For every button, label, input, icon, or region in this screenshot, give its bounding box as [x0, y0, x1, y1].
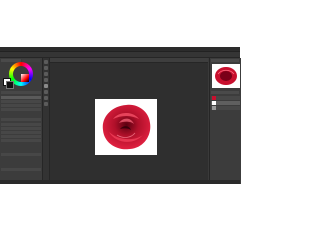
hand-icon[interactable]	[44, 66, 48, 70]
color-set-tab[interactable]	[22, 59, 40, 62]
subtool-item[interactable]	[1, 104, 41, 107]
layer-icon	[212, 101, 216, 105]
layer-row[interactable]	[211, 101, 240, 105]
brush-icon[interactable]	[44, 84, 48, 88]
navigator-preview[interactable]	[212, 64, 240, 88]
property-row[interactable]	[1, 135, 41, 138]
brush-size-tab[interactable]	[1, 153, 41, 156]
right-panel	[209, 58, 241, 184]
canvas-area[interactable]	[50, 58, 208, 184]
text-icon[interactable]	[44, 102, 48, 106]
subtool-tab[interactable]	[1, 91, 41, 94]
left-panel	[0, 58, 43, 184]
property-row[interactable]	[1, 139, 41, 142]
background-color-swatch[interactable]	[6, 81, 14, 89]
navigator-tab[interactable]	[211, 59, 239, 62]
layer-panel-tab[interactable]	[211, 91, 239, 94]
eraser-icon[interactable]	[44, 90, 48, 94]
layer-icon	[212, 106, 216, 110]
subtool-item[interactable]	[1, 108, 41, 111]
fill-icon[interactable]	[44, 96, 48, 100]
property-row[interactable]	[1, 131, 41, 134]
layer-row[interactable]	[211, 96, 240, 100]
property-row[interactable]	[1, 127, 41, 130]
status-bar	[0, 180, 240, 184]
layer-row[interactable]	[211, 106, 240, 110]
subtool-item[interactable]	[1, 100, 41, 103]
move-icon[interactable]	[44, 72, 48, 76]
property-row[interactable]	[1, 168, 41, 171]
property-row[interactable]	[1, 123, 41, 126]
color-wheel-center	[13, 66, 29, 82]
tool-property-tab[interactable]	[1, 118, 41, 121]
canvas-tab[interactable]	[50, 58, 208, 63]
rose-illustration	[102, 104, 151, 150]
layer-icon	[212, 96, 216, 100]
subtool-item[interactable]	[1, 96, 41, 99]
selection-icon[interactable]	[44, 78, 48, 82]
tool-palette	[43, 58, 50, 184]
rose-thumbnail	[215, 67, 237, 85]
zoom-icon[interactable]	[44, 60, 48, 64]
app-window	[0, 47, 241, 184]
canvas-paper[interactable]	[95, 99, 157, 155]
saturation-square[interactable]	[21, 74, 29, 82]
